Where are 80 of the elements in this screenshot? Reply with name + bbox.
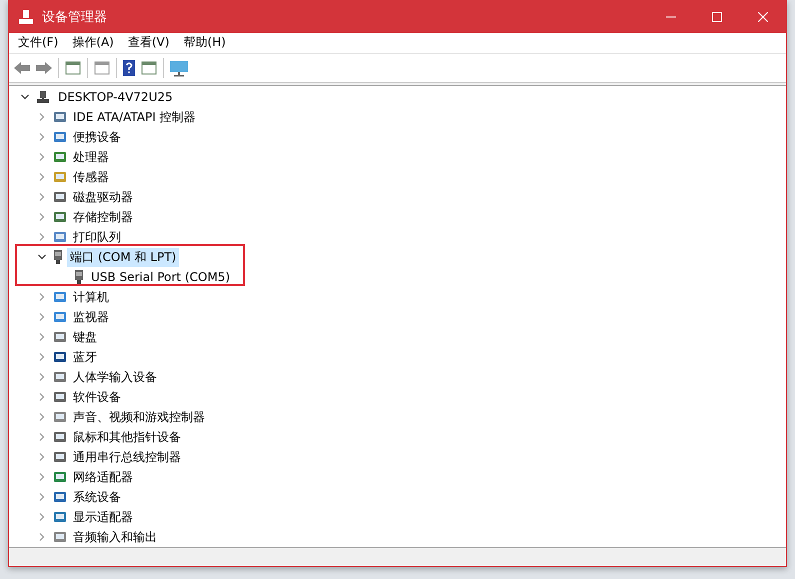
tree-item[interactable]: 监视器 xyxy=(70,308,112,327)
device-icon xyxy=(53,230,67,244)
expand-chevron-icon[interactable] xyxy=(38,153,46,162)
monitor-icon[interactable] xyxy=(169,58,189,77)
device-icon xyxy=(53,170,67,184)
tree-item[interactable]: 显示适配器 xyxy=(70,508,136,527)
menu-item[interactable]: 帮助(H) xyxy=(176,34,233,52)
tree-item[interactable]: 网络适配器 xyxy=(70,468,136,487)
device-icon xyxy=(53,450,67,464)
device-icon xyxy=(53,530,67,544)
tree-item[interactable]: 系统设备 xyxy=(70,488,124,507)
expand-chevron-icon[interactable] xyxy=(38,453,46,462)
app-icon xyxy=(18,8,34,24)
device-icon xyxy=(53,310,67,324)
device-icon xyxy=(53,130,67,144)
tree-item[interactable]: 传感器 xyxy=(70,168,112,187)
tree-item[interactable]: 人体学输入设备 xyxy=(70,368,160,387)
back-arrow-icon[interactable] xyxy=(13,60,31,75)
device-icon xyxy=(53,390,67,404)
tree-item[interactable]: 蓝牙 xyxy=(70,348,100,367)
device-icon xyxy=(53,110,67,124)
expand-chevron-icon[interactable] xyxy=(38,113,46,122)
computer-icon xyxy=(36,90,50,104)
expand-chevron-icon[interactable] xyxy=(38,213,46,222)
expand-chevron-icon[interactable] xyxy=(38,413,46,422)
menu-item[interactable]: 文件(F) xyxy=(11,34,66,52)
tree-item[interactable]: 磁盘驱动器 xyxy=(70,188,136,207)
device-icon xyxy=(53,510,67,524)
expand-chevron-icon[interactable] xyxy=(38,473,46,482)
expand-chevron-icon[interactable] xyxy=(38,333,46,342)
expand-chevron-icon[interactable] xyxy=(38,373,46,382)
tree-item[interactable]: 鼠标和其他指针设备 xyxy=(70,428,184,447)
device-icon xyxy=(53,370,67,384)
connector-icon xyxy=(53,250,63,264)
expand-chevron-icon[interactable] xyxy=(38,293,46,302)
tree-item[interactable]: 端口 (COM 和 LPT) xyxy=(67,248,180,267)
close-icon xyxy=(758,12,768,22)
tree-item[interactable]: 软件设备 xyxy=(70,388,124,407)
tree-item[interactable]: 处理器 xyxy=(70,148,112,167)
expand-chevron-icon[interactable] xyxy=(38,353,46,362)
expand-chevron-icon[interactable] xyxy=(38,433,46,442)
collapse-chevron-icon[interactable] xyxy=(38,253,46,262)
tree-item[interactable]: 键盘 xyxy=(70,328,100,347)
tree-item[interactable]: 便携设备 xyxy=(70,128,124,147)
help-icon[interactable] xyxy=(122,58,136,77)
expand-chevron-icon[interactable] xyxy=(38,393,46,402)
device-icon xyxy=(53,290,67,304)
device-icon xyxy=(53,410,67,424)
device-icon xyxy=(53,190,67,204)
device-icon xyxy=(53,210,67,224)
window-title: 设备管理器 xyxy=(42,8,108,26)
device-icon xyxy=(53,350,67,364)
menu-item[interactable]: 查看(V) xyxy=(120,34,176,52)
expand-chevron-icon[interactable] xyxy=(38,173,46,182)
tree-item[interactable]: 声音、视频和游戏控制器 xyxy=(70,408,208,427)
expand-chevron-icon[interactable] xyxy=(38,493,46,502)
tree-item[interactable]: DESKTOP-4V72U25 xyxy=(55,89,176,106)
device-icon xyxy=(53,490,67,504)
device-icon xyxy=(53,330,67,344)
tree-item[interactable]: USB Serial Port (COM5) xyxy=(88,269,233,286)
expand-chevron-icon[interactable] xyxy=(38,133,46,142)
collapse-chevron-icon[interactable] xyxy=(21,93,29,102)
expand-chevron-icon[interactable] xyxy=(38,513,46,522)
device-icon xyxy=(53,430,67,444)
menu-item[interactable]: 操作(A) xyxy=(65,34,121,52)
expand-chevron-icon[interactable] xyxy=(38,193,46,202)
maximize-icon xyxy=(712,12,722,22)
connector-icon xyxy=(74,270,84,284)
tree-item[interactable]: IDE ATA/ATAPI 控制器 xyxy=(70,108,199,127)
tree-item[interactable]: 存储控制器 xyxy=(70,208,136,227)
device-icon xyxy=(53,150,67,164)
tree-item[interactable]: 计算机 xyxy=(70,288,112,307)
expand-chevron-icon[interactable] xyxy=(38,533,46,542)
expand-chevron-icon[interactable] xyxy=(38,233,46,242)
tree-item[interactable]: 打印队列 xyxy=(70,228,124,247)
device-icon xyxy=(53,470,67,484)
forward-arrow-icon[interactable] xyxy=(35,60,53,75)
expand-chevron-icon[interactable] xyxy=(38,313,46,322)
tree-item[interactable]: 音频输入和输出 xyxy=(70,528,160,547)
tree-item[interactable]: 通用串行总线控制器 xyxy=(70,448,184,467)
